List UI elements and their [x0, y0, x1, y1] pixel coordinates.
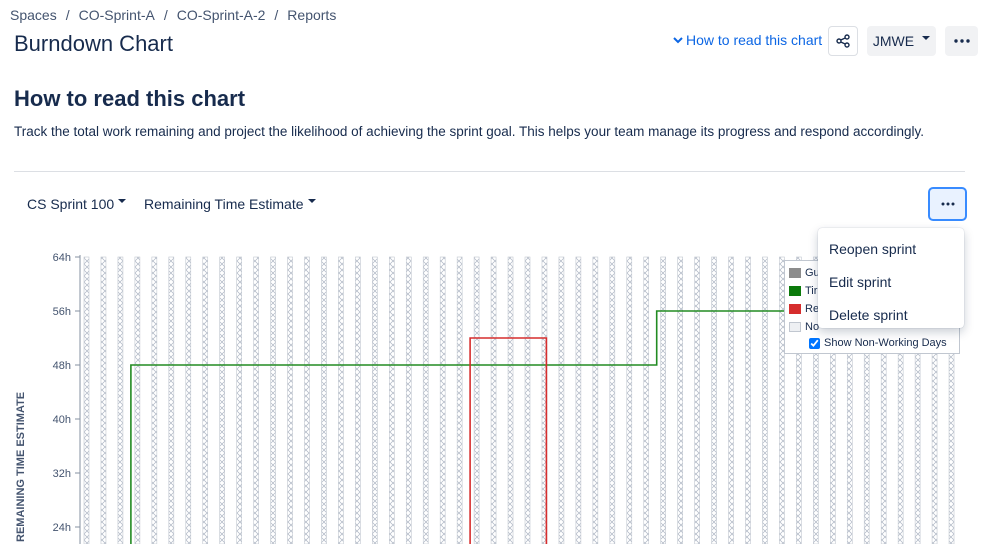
legend-swatch [789, 286, 801, 296]
non-working-day-column [694, 256, 700, 544]
menu-item-reopen-sprint[interactable]: Reopen sprint [818, 232, 964, 265]
non-working-day-column [762, 256, 768, 544]
breadcrumb-separator: / [274, 7, 279, 23]
breadcrumb-item[interactable]: CO-Sprint-A [79, 7, 155, 23]
how-to-read-link-label: How to read this chart [686, 32, 823, 48]
how-to-read-link[interactable]: How to read this chart [672, 32, 822, 48]
menu-item-edit-sprint[interactable]: Edit sprint [818, 265, 964, 298]
sprint-select-label: CS Sprint 100 [27, 196, 115, 212]
share-icon [836, 34, 850, 48]
show-non-working-days-checkbox[interactable] [809, 337, 820, 349]
non-working-day-column [287, 256, 293, 544]
non-working-day-column [490, 256, 497, 544]
non-working-day-column [558, 256, 565, 544]
chevron-down-icon [673, 37, 683, 44]
breadcrumb-item[interactable]: CO-Sprint-A-2 [177, 7, 266, 23]
sprint-select[interactable]: CS Sprint 100 [27, 196, 127, 212]
breadcrumb-item[interactable]: Spaces [10, 7, 57, 23]
legend-swatch [789, 268, 801, 278]
share-button[interactable] [828, 26, 858, 56]
non-working-day-column [355, 256, 361, 544]
non-working-day-column [270, 256, 276, 544]
y-tick-label: 48h [53, 360, 71, 372]
caret-down-icon [118, 199, 127, 203]
y-tick-label: 56h [53, 306, 71, 318]
breadcrumb-item[interactable]: Reports [287, 7, 336, 23]
y-axis-title: REMAINING TIME ESTIMATE [15, 391, 27, 542]
breadcrumb-separator: / [65, 7, 70, 23]
non-working-day-column [473, 256, 480, 544]
non-working-day-column [151, 256, 158, 544]
page-title: Burndown Chart [14, 31, 173, 56]
legend-item-non-working: No [789, 320, 819, 334]
non-working-day-column [338, 256, 344, 544]
non-working-day-column [389, 256, 395, 544]
sprint-actions-menu: Reopen sprint Edit sprint Delete sprint [818, 228, 964, 328]
non-working-day-column [728, 256, 734, 544]
non-working-day-column [575, 256, 582, 544]
guide-description: Track the total work remaining and proje… [14, 124, 924, 139]
non-working-day-column [405, 256, 412, 544]
more-actions-button[interactable] [945, 26, 978, 56]
caret-down-icon [307, 199, 316, 203]
guide-title: How to read this chart [14, 86, 246, 111]
user-button[interactable]: JMWE [867, 26, 936, 56]
more-horizontal-icon [953, 39, 970, 43]
y-tick-label: 64h [53, 252, 71, 264]
legend-label: Re [805, 303, 820, 315]
non-working-day-column [677, 256, 683, 544]
non-working-day-column [456, 256, 463, 544]
non-working-day-column [626, 256, 633, 544]
non-working-day-column [185, 256, 192, 544]
breadcrumb: Spaces / CO-Sprint-A / CO-Sprint-A-2 / Reports [10, 7, 336, 23]
user-button-label: JMWE [872, 33, 915, 49]
non-working-day-column [202, 256, 209, 544]
legend-label: Tir [805, 285, 818, 297]
non-working-day-column [422, 256, 429, 544]
non-working-day-column [219, 256, 225, 544]
legend-item-remaining: Re [789, 302, 819, 316]
non-working-day-column [168, 256, 175, 544]
legend-item-guideline: Gu [789, 266, 820, 280]
non-working-day-column [745, 256, 751, 544]
non-working-day-column [643, 256, 650, 544]
non-working-day-column [439, 256, 446, 544]
non-working-day-column [83, 256, 90, 544]
non-working-day-column [507, 256, 514, 544]
breadcrumb-separator: / [163, 7, 168, 23]
non-working-day-column [100, 256, 107, 544]
legend-item-time-spent: Tir [789, 284, 817, 298]
menu-item-delete-sprint[interactable]: Delete sprint [818, 298, 964, 331]
estimate-select[interactable]: Remaining Time Estimate [144, 196, 316, 212]
non-working-day-column [660, 256, 666, 544]
non-working-day-column [304, 256, 310, 544]
y-tick-label: 40h [53, 414, 71, 426]
y-tick-label: 32h [53, 468, 71, 480]
caret-down-icon [922, 36, 931, 40]
divider [14, 171, 965, 172]
non-working-day-column [236, 256, 242, 544]
non-working-day-column [321, 256, 327, 544]
legend-swatch [789, 322, 801, 332]
y-tick-label: 24h [53, 522, 71, 534]
legend-label: No [805, 321, 820, 333]
show-non-working-days-toggle[interactable]: Show Non-Working Days [809, 337, 947, 349]
non-working-day-column [117, 256, 124, 544]
show-non-working-days-label: Show Non-Working Days [824, 337, 947, 349]
non-working-day-column [592, 256, 599, 544]
estimate-select-label: Remaining Time Estimate [144, 196, 304, 212]
non-working-day-column [372, 256, 378, 544]
non-working-day-column [134, 256, 141, 544]
legend-swatch [789, 304, 801, 314]
chart-more-button[interactable] [928, 187, 967, 221]
non-working-day-column [609, 256, 616, 544]
non-working-day-column [711, 256, 717, 544]
non-working-day-column [524, 256, 531, 544]
more-horizontal-icon [941, 202, 954, 206]
non-working-day-column [253, 256, 259, 544]
